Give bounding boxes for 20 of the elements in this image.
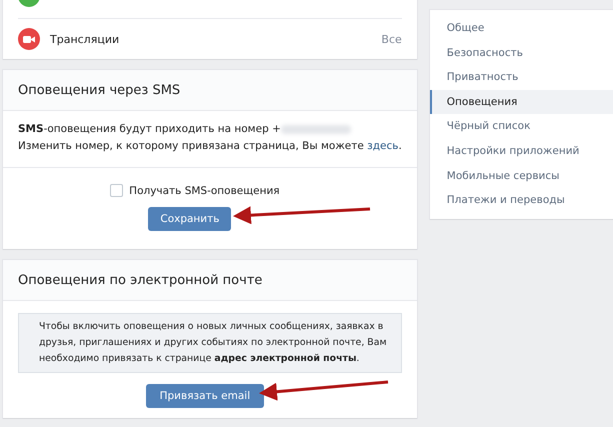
section-title: Оповещения по электронной почте [18, 272, 262, 288]
info-text: . [398, 139, 402, 154]
sidebar-item[interactable]: Чёрный список [430, 114, 613, 139]
info-text: SMS-оповещения будут приходить на номер + [18, 122, 281, 137]
checkbox-label[interactable]: Получать SMS-оповещения [129, 184, 280, 196]
save-button[interactable]: Сохранить [148, 207, 232, 231]
sidebar-item[interactable]: Настройки приложений [430, 138, 613, 164]
sidebar-item[interactable]: Безопасность [430, 40, 613, 66]
sidebar-item[interactable]: Платежи и переводы [430, 188, 613, 213]
sidebar-item[interactable]: Мобильные сервисы [430, 164, 613, 188]
here-link[interactable]: здесь [367, 138, 398, 155]
row-label: Трансляции [50, 32, 120, 46]
link-email-button[interactable]: Привязать email [146, 384, 264, 408]
sidebar-item[interactable]: Общее [430, 16, 613, 41]
section-title: Оповещения через SMS [18, 82, 180, 98]
sidebar-item[interactable]: Оповещения [430, 90, 613, 114]
info-text: Изменить номер, к которому привязана страница, Вы можете [18, 139, 365, 154]
info-message: Чтобы включить оповещения о новых личных сообщениях, заявках в друзья, приглашениях и других событиях по электронной почте, Вам необходимо привязать к странице адрес электронной почты. [18, 313, 402, 373]
sidebar-item[interactable]: Приватность [430, 65, 613, 90]
all-link[interactable]: Все [381, 32, 402, 46]
